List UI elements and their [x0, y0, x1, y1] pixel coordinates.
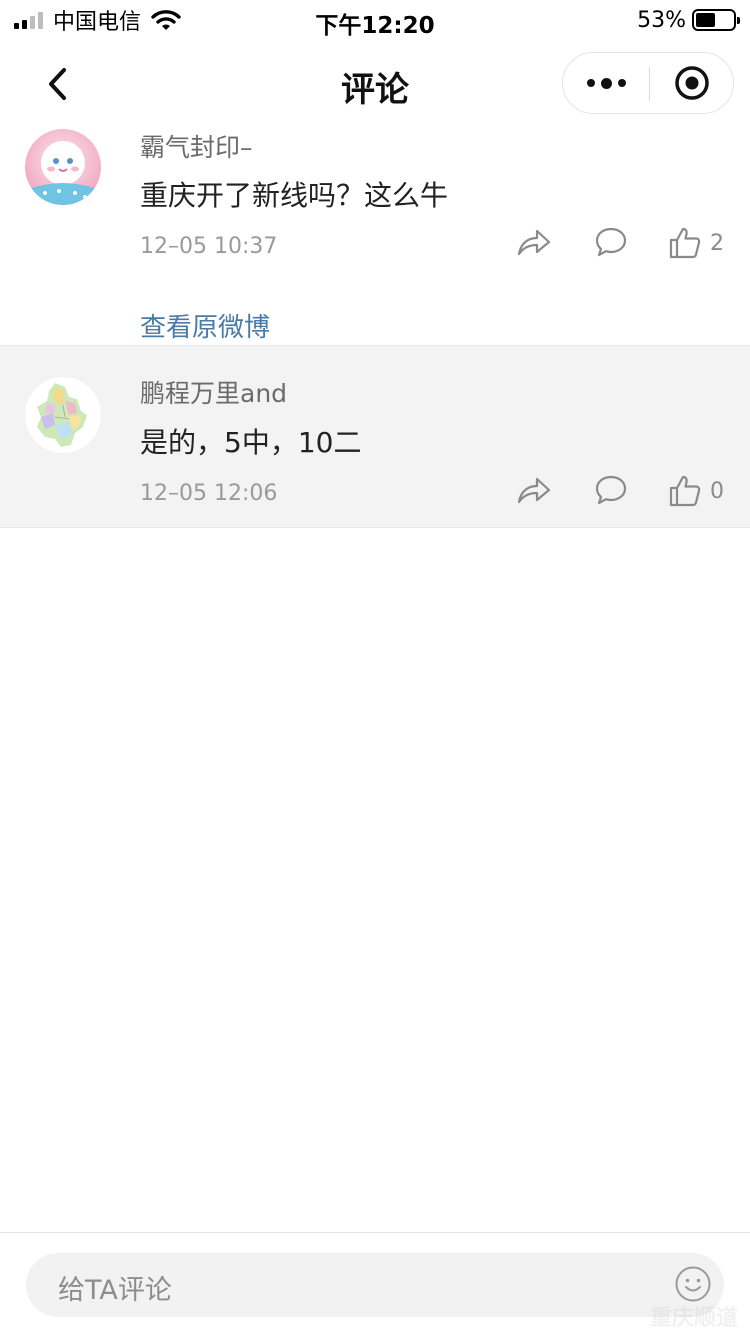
reply-button[interactable]	[594, 474, 628, 506]
target-close-icon	[675, 66, 709, 100]
avatar[interactable]	[25, 129, 101, 205]
comment-content: 是的，5中，10二	[140, 426, 362, 459]
comment-input-placeholder: 给TA评论	[58, 1275, 172, 1306]
miniprogram-capsule	[562, 52, 734, 114]
battery-icon	[692, 9, 740, 31]
comment-item: 鹏程万里and 是的，5中，10二 12–05 12:06 0	[0, 345, 750, 528]
map-avatar-icon	[25, 377, 101, 453]
comment-username[interactable]: 鹏程万里and	[140, 374, 287, 410]
status-bar: 中国电信 下午12:20 53%	[0, 0, 750, 40]
watermark: 重庆顺道	[649, 1306, 738, 1331]
status-bar-right: 53%	[637, 6, 740, 34]
emoji-icon[interactable]	[674, 1265, 712, 1303]
like-count: 0	[710, 478, 724, 504]
comment-bubble-icon	[595, 475, 627, 505]
like-button[interactable]: 0	[668, 474, 724, 508]
comment-item: 霸气封印– 重庆开了新线吗？这么牛 12–05 10:37 2 查看原微博	[0, 124, 750, 345]
comment-time: 12–05 12:06	[140, 481, 278, 506]
thumbs-up-icon	[669, 475, 701, 507]
comment-username[interactable]: 霸气封印–	[140, 128, 253, 164]
comment-content: 重庆开了新线吗？这么牛	[140, 179, 449, 212]
more-dot-icon	[586, 79, 595, 87]
like-count: 2	[710, 230, 724, 256]
comment-time: 12–05 10:37	[140, 234, 278, 259]
close-button[interactable]	[650, 53, 734, 113]
more-button[interactable]	[563, 53, 649, 113]
reply-button[interactable]	[594, 226, 628, 258]
avatar[interactable]	[25, 377, 101, 453]
more-dot-icon	[617, 79, 626, 87]
nav-bar: 评论	[0, 44, 750, 124]
view-original-link[interactable]: 查看原微博	[140, 307, 270, 344]
comment-input[interactable]: 给TA评论	[26, 1253, 724, 1317]
share-icon	[517, 229, 551, 256]
more-dot-icon	[600, 77, 612, 89]
battery-percent: 53%	[637, 7, 686, 33]
comment-bubble-icon	[595, 227, 627, 257]
like-button[interactable]: 2	[668, 226, 724, 260]
thumbs-up-icon	[669, 227, 701, 259]
comment-bar: 给TA评论	[0, 1232, 750, 1335]
snowman-avatar-icon	[25, 129, 101, 205]
share-button[interactable]	[516, 474, 552, 506]
share-button[interactable]	[516, 226, 552, 258]
share-icon	[517, 477, 551, 504]
